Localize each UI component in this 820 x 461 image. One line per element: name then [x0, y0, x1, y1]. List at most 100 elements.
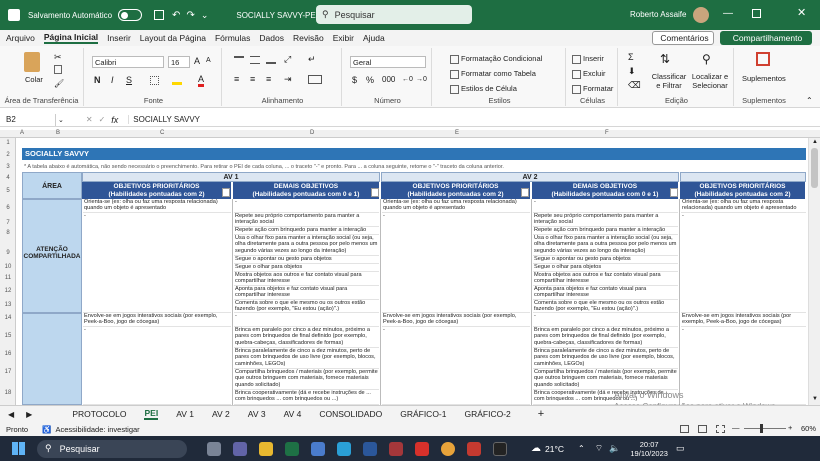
priority-objectives-header-av2[interactable]: OBJETIVOS PRIORITÁRIOS (Habilidades pontu… [381, 182, 531, 199]
align-center-icon[interactable]: ≡ [250, 74, 255, 84]
tab-consolidado[interactable]: CONSOLIDADO [319, 409, 382, 419]
windows-start-icon[interactable] [12, 442, 25, 455]
zoom-slider-thumb[interactable] [760, 424, 763, 433]
scroll-down-icon[interactable]: ▼ [812, 396, 818, 402]
taskbar-search[interactable]: ⚲ Pesquisar [37, 439, 187, 458]
tab-protocolo[interactable]: PROTOCOLO [72, 409, 126, 419]
paste-button[interactable]: Colar [25, 75, 43, 84]
av1-header[interactable]: AV 1 [82, 172, 380, 182]
column-header-e[interactable]: E [455, 130, 459, 136]
name-box[interactable]: B2 [0, 113, 56, 126]
close-icon[interactable]: ✕ [797, 6, 806, 19]
excel-taskbar-icon[interactable] [285, 441, 299, 456]
scroll-up-icon[interactable]: ▲ [812, 139, 818, 145]
restore-icon[interactable] [752, 9, 761, 18]
edge-icon[interactable] [337, 441, 351, 456]
row-header[interactable]: 17 [0, 369, 16, 375]
filter-dropdown-icon[interactable] [371, 188, 379, 197]
format-painter-icon[interactable]: 🖌 [54, 79, 64, 88]
other-cell-av1[interactable]: Usa o olhar fixo para manter a interação… [234, 235, 379, 256]
tray-chevron-icon[interactable]: ⌃ [578, 444, 585, 453]
menu-layout[interactable]: Layout da Página [140, 33, 206, 43]
other-objectives-header-av2[interactable]: DEMAIS OBJETIVOS (Habilidades pontuadas c… [532, 182, 679, 199]
enter-icon[interactable]: ✓ [99, 115, 106, 124]
tab-grafico-1[interactable]: GRÁFICO-1 [400, 409, 446, 419]
priority-cell-av1[interactable]: - [83, 327, 231, 405]
row-header[interactable]: 12 [0, 288, 16, 294]
zoom-out-icon[interactable]: — [732, 423, 740, 432]
row-header[interactable]: 4 [0, 175, 16, 181]
search-box[interactable]: ⚲ Pesquisar [316, 5, 472, 24]
other-cell-av1[interactable]: - [234, 199, 379, 213]
align-right-icon[interactable]: ≡ [266, 74, 271, 84]
cancel-icon[interactable]: ✕ [86, 115, 93, 124]
other-cell-av2[interactable]: Brinca paralelamente de cinco a dez minu… [533, 348, 678, 369]
priority-objectives-header-av3[interactable]: OBJETIVOS PRIORITÁRIOS (Habilidades pontu… [680, 182, 806, 199]
row-header[interactable]: 5 [0, 188, 16, 194]
font-name-select[interactable]: Calibri [92, 56, 164, 68]
tab-av1[interactable]: AV 1 [176, 409, 194, 419]
customize-qat-icon[interactable]: ⌄ [201, 10, 209, 21]
row-header[interactable]: 10 [0, 264, 16, 270]
formula-input[interactable]: SOCIALLY SAVVY [128, 115, 200, 124]
other-cell-av1[interactable]: Brinca em paralelo por cinco a dez minut… [234, 327, 379, 348]
chrome-icon[interactable] [441, 441, 455, 456]
decimal-increase-icon[interactable]: ←0 [402, 76, 413, 83]
avatar[interactable] [693, 7, 709, 23]
page-layout-icon[interactable] [698, 425, 707, 433]
user-name[interactable]: Roberto Assaife [630, 10, 686, 19]
menu-dados[interactable]: Dados [259, 33, 284, 43]
other-cell-av2[interactable]: Mostra objetos aos outros e faz contato … [533, 272, 678, 286]
row-header[interactable]: 15 [0, 333, 16, 339]
tab-grafico-2[interactable]: GRÁFICO-2 [464, 409, 510, 419]
other-cell-av1[interactable]: Repete seu próprio comportamento para ma… [234, 213, 379, 227]
area-next[interactable] [22, 313, 82, 405]
grow-font-icon[interactable]: A [194, 56, 200, 66]
row-header[interactable]: 2 [0, 152, 16, 158]
priority-cell-av1[interactable]: Envolve-se em jogos interativos sociais … [83, 313, 231, 327]
addins-button[interactable]: Suplementos [742, 74, 786, 83]
shrink-font-icon[interactable]: A [206, 57, 211, 64]
accessibility-icon[interactable]: ♿ [42, 425, 51, 434]
cut-icon[interactable]: ✂ [54, 52, 62, 63]
align-left-icon[interactable]: ≡ [234, 74, 239, 84]
zoom-slider[interactable] [744, 428, 786, 429]
menu-formulas[interactable]: Fórmulas [215, 33, 250, 43]
column-header-c[interactable]: C [160, 130, 164, 136]
other-cell-av1[interactable]: Brinca paralelamente de cinco a dez minu… [234, 348, 379, 369]
row-header[interactable]: 1 [0, 140, 16, 146]
scroll-thumb[interactable] [811, 148, 818, 188]
other-cell-av1[interactable]: Brinca cooperativamente (dá e recebe ins… [234, 390, 379, 405]
merge-center-icon[interactable] [308, 75, 322, 84]
other-cell-av2[interactable]: Repete ação com brinquedo para manter a … [533, 227, 678, 235]
comments-button[interactable]: Comentários [652, 31, 714, 45]
menu-revisao[interactable]: Revisão [293, 33, 324, 43]
app-icon[interactable] [467, 441, 481, 456]
priority-cell-av2[interactable]: - [382, 327, 530, 405]
undo-icon[interactable]: ↶ [172, 10, 180, 21]
other-cell-av1[interactable]: Repete ação com brinquedo para manter a … [234, 227, 379, 235]
priority-cell-av2[interactable]: Orienta-se (ex: olha ou faz uma resposta… [382, 199, 530, 213]
copy-icon[interactable] [54, 65, 62, 74]
weather-icon[interactable]: ☁ [531, 443, 541, 454]
align-top-icon[interactable] [234, 56, 244, 64]
ms-store-icon[interactable] [311, 441, 325, 456]
priority-cell-av1[interactable]: - [83, 213, 231, 313]
fx-icon[interactable]: fx [111, 115, 118, 125]
row-header[interactable]: 6 [0, 205, 16, 211]
acrobat-icon[interactable] [415, 441, 429, 456]
tab-next-icon[interactable]: ▶ [26, 410, 32, 419]
menu-exibir[interactable]: Exibir [333, 33, 354, 43]
taskbar-clock[interactable]: 20:07 19/10/2023 [630, 440, 668, 458]
row-header[interactable]: 3 [0, 164, 16, 170]
vertical-scrollbar[interactable]: ▲ ▼ [808, 138, 820, 405]
font-color-icon[interactable]: A [198, 74, 205, 87]
font-size-select[interactable]: 16 [168, 56, 190, 68]
paste-icon[interactable] [24, 52, 40, 72]
tab-prev-icon[interactable]: ◀ [8, 410, 14, 419]
priority-cell-av2[interactable]: - [382, 213, 530, 313]
sheet-note[interactable]: * A tabela abaixo é automática, não send… [24, 164, 504, 170]
network-icon[interactable]: ⌔ [595, 443, 603, 454]
menu-arquivo[interactable]: Arquivo [6, 33, 35, 43]
other-cell-av2[interactable]: Usa o olhar fixo para manter a interação… [533, 235, 678, 256]
